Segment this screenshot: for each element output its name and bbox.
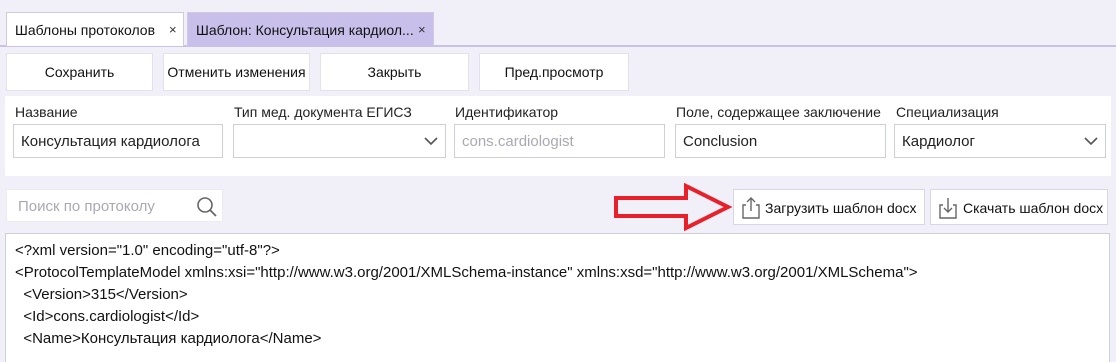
download-label: Скачать шаблон docx [963, 200, 1104, 216]
name-field[interactable]: Консультация кардиолога [13, 124, 223, 158]
specialization-select[interactable]: Кардиолог [894, 124, 1106, 158]
xml-editor[interactable]: <?xml version="1.0" encoding="utf-8"?> <… [5, 233, 1110, 362]
code-line: <Name>Консультация кардиолога</Name> [15, 330, 322, 347]
search-icon[interactable] [196, 196, 218, 218]
search-placeholder: Поиск по протоколу [18, 198, 155, 215]
code-line: <?xml version="1.0" encoding="utf-8"?> [15, 242, 280, 259]
download-docx-button[interactable]: Скачать шаблон docx [930, 189, 1108, 225]
download-icon [939, 198, 957, 219]
upload-label: Загрузить шаблон docx [765, 200, 917, 216]
conclusion-field-label: Поле, содержащее заключение [676, 104, 881, 120]
close-button[interactable]: Закрыть [320, 53, 469, 91]
upload-docx-button[interactable]: Загрузить шаблон docx [733, 189, 925, 225]
code-line: <ProtocolTemplateModel xmlns:xsi="http:/… [15, 264, 918, 281]
close-icon[interactable]: × [169, 22, 177, 37]
specialization-label: Специализация [896, 104, 999, 120]
save-button[interactable]: Сохранить [6, 53, 153, 91]
tab-label: Шаблон: Консультация кардиол... [196, 21, 414, 38]
specialization-value: Кардиолог [902, 132, 975, 150]
tab-bar: Шаблоны протоколов × Шаблон: Консультаци… [0, 0, 1116, 47]
preview-button[interactable]: Пред.просмотр [479, 53, 629, 91]
code-line: <Version>315</Version> [15, 286, 188, 303]
identifier-label: Идентификатор [455, 104, 559, 120]
conclusion-field[interactable]: Conclusion [675, 124, 886, 158]
revert-button[interactable]: Отменить изменения [163, 53, 310, 91]
doc-type-select[interactable] [233, 124, 446, 158]
annotation-arrow-icon [614, 182, 733, 232]
chevron-down-icon [424, 137, 438, 146]
doc-type-label: Тип мед. документа ЕГИСЗ [234, 104, 412, 120]
tab-template-cardiologist[interactable]: Шаблон: Консультация кардиол... × [187, 12, 434, 46]
tab-protocol-templates[interactable]: Шаблоны протоколов × [6, 12, 184, 46]
protocol-search-input[interactable]: Поиск по протоколу [6, 189, 223, 222]
code-line: <Id>cons.cardiologist</Id> [15, 308, 200, 325]
upload-icon [742, 197, 760, 219]
close-icon[interactable]: × [418, 22, 426, 37]
identifier-field[interactable]: cons.cardiologist [454, 124, 665, 158]
tab-label: Шаблоны протоколов [15, 21, 155, 38]
chevron-down-icon [1084, 137, 1098, 146]
name-label: Название [15, 104, 78, 120]
